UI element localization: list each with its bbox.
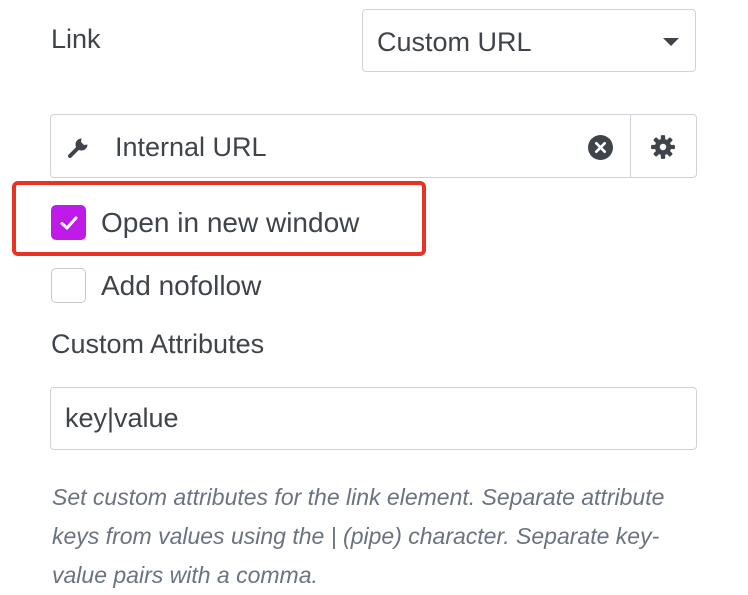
check-icon [60, 216, 78, 230]
link-settings-panel: Link Custom URL Internal URL Open in new… [0, 0, 748, 588]
link-type-select[interactable]: Custom URL [362, 9, 696, 72]
url-value: Internal URL [115, 132, 267, 162]
link-label: Link [51, 24, 101, 54]
custom-attributes-label: Custom Attributes [51, 329, 265, 359]
nofollow-label: Add nofollow [101, 270, 262, 301]
field-divider [630, 115, 631, 177]
open-new-window-label: Open in new window [101, 207, 360, 238]
url-field[interactable]: Internal URL [50, 114, 697, 178]
link-type-value: Custom URL [377, 27, 532, 57]
custom-attributes-input[interactable] [50, 387, 697, 450]
gear-icon[interactable] [650, 134, 676, 160]
wrench-icon [68, 138, 88, 158]
clear-icon[interactable] [588, 135, 613, 160]
custom-attributes-help: Set custom attributes for the link eleme… [52, 484, 665, 588]
open-new-window-checkbox[interactable] [51, 205, 86, 240]
chevron-down-icon [663, 38, 679, 46]
nofollow-checkbox[interactable] [51, 268, 86, 303]
